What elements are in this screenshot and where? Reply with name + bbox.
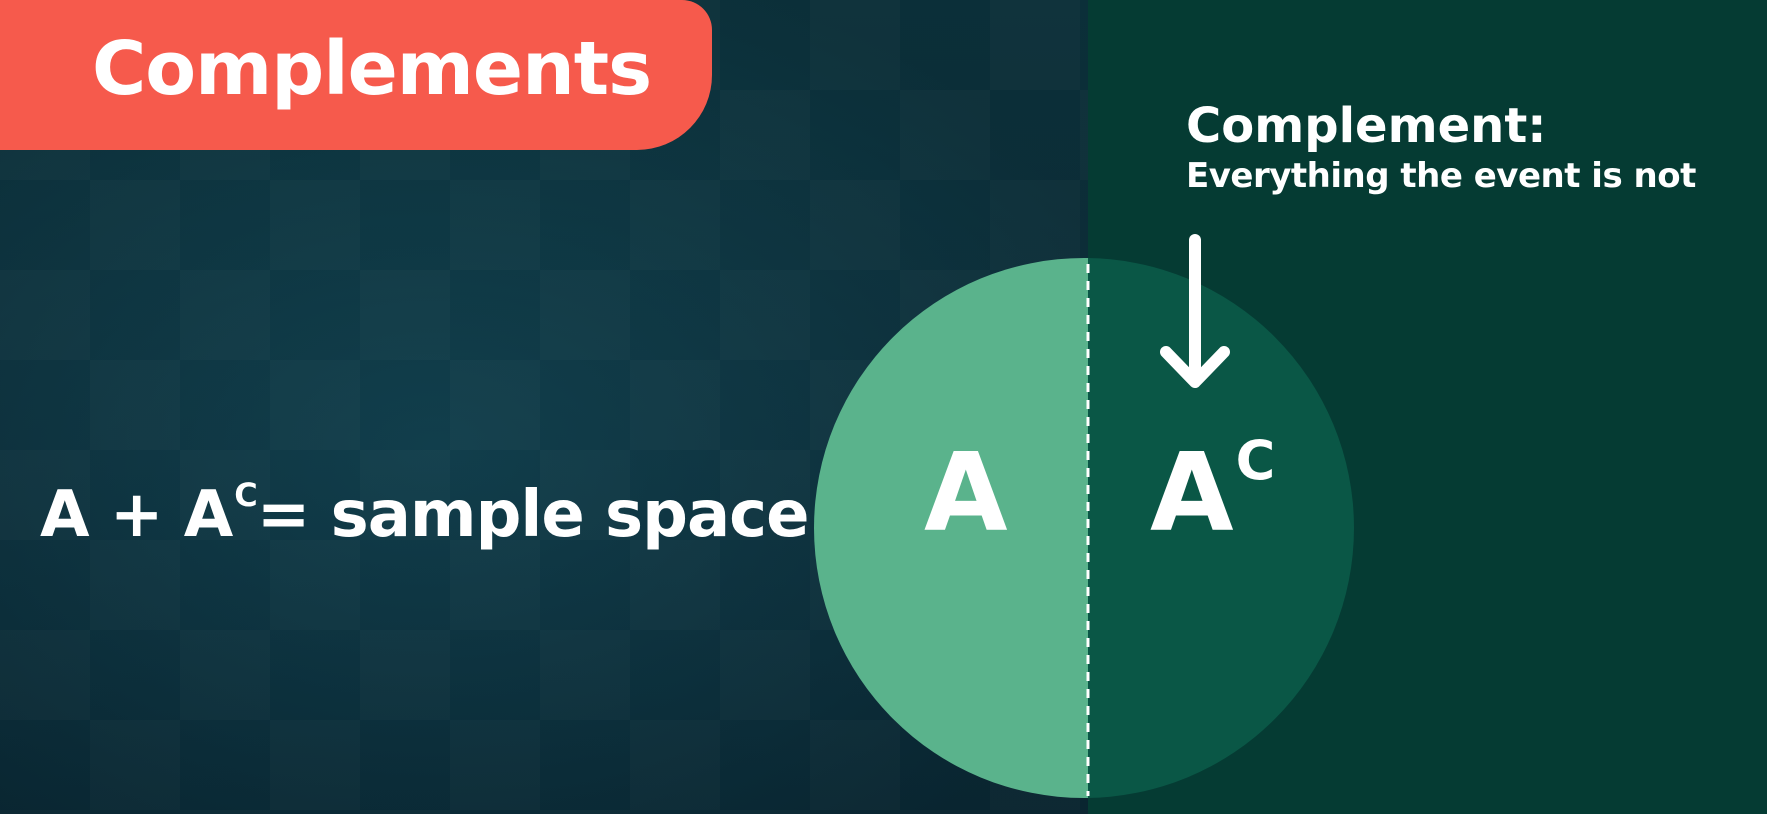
complement-superscript: C: [1235, 428, 1276, 492]
equation-superscript: C: [234, 475, 258, 514]
complement-label: AC: [1150, 428, 1276, 556]
callout-description: Everything the event is not: [1186, 155, 1696, 196]
equation-left: A + A: [40, 478, 233, 552]
callout-heading: Complement:: [1186, 98, 1547, 154]
equation: A + AC= sample space: [40, 475, 810, 552]
equation-right: = sample space: [256, 478, 810, 552]
event-a-label: A: [924, 431, 1008, 556]
complement-callout: Complement: Everything the event is not: [1186, 100, 1696, 200]
slide: Complements A AC A + AC= sample space Co…: [0, 0, 1767, 814]
